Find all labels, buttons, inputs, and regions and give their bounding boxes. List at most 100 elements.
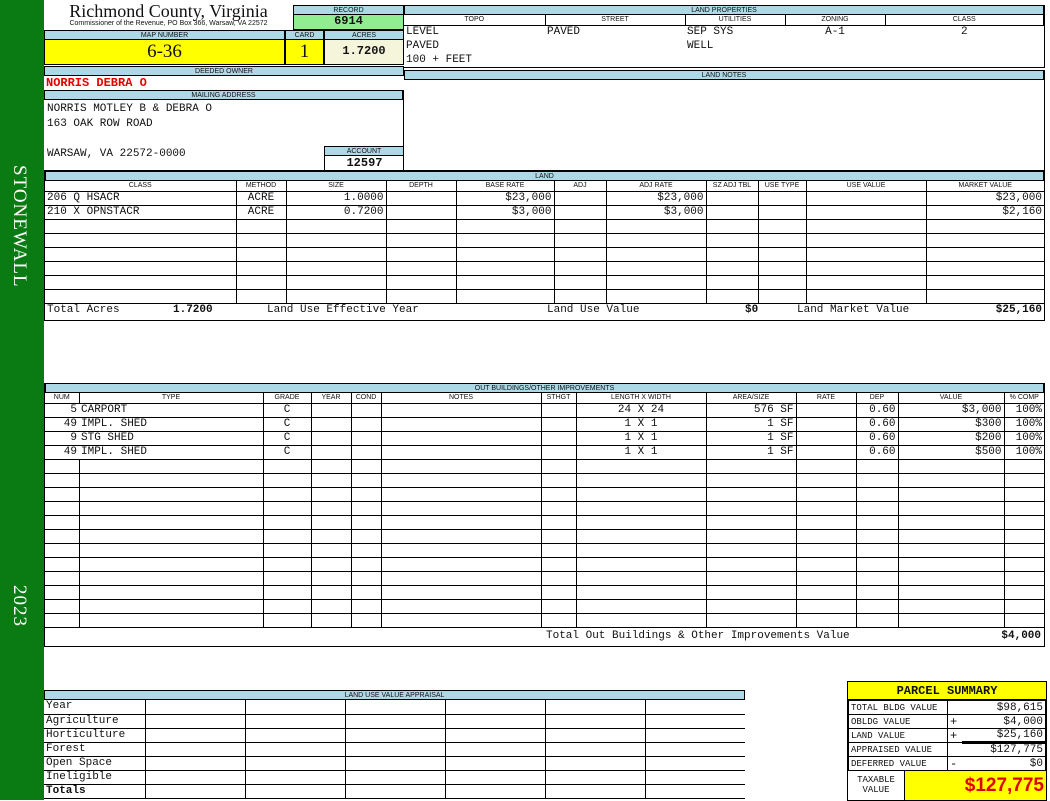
appraisal-row-label: Totals — [44, 784, 146, 799]
appraisal-cell — [144, 770, 246, 785]
column-header: SIZE — [286, 181, 387, 192]
table-cell — [706, 219, 759, 234]
table-cell — [45, 543, 80, 558]
table-cell — [541, 459, 577, 474]
appraisal-cell — [244, 784, 346, 799]
table-cell — [706, 459, 797, 474]
table-cell — [576, 459, 707, 474]
table-cell — [576, 585, 707, 600]
land-properties: LAND PROPERTIES TOPO STREET UTILITIES ZONIN… — [404, 5, 1045, 68]
table-cell — [576, 599, 707, 614]
table-row — [45, 261, 1044, 276]
table-cell: PAVED — [547, 25, 581, 38]
table-cell — [79, 585, 264, 600]
appraisal-cell — [644, 756, 745, 771]
table-cell — [1004, 613, 1044, 628]
table-cell — [785, 39, 885, 53]
card-value: 1 — [285, 40, 324, 65]
table-cell — [926, 275, 1044, 290]
column-header: CLASS — [885, 15, 1044, 26]
summary-value: $4,000 — [961, 714, 1046, 729]
land-market-value: $25,160 — [995, 304, 1042, 316]
table-cell — [351, 529, 382, 544]
table-cell — [45, 289, 237, 304]
column-header: MARKET VALUE — [926, 181, 1044, 192]
table-cell — [311, 599, 352, 614]
table-cell: 0.60 — [856, 403, 899, 418]
account-label: ACCOUNT — [324, 146, 404, 156]
table-cell — [541, 417, 577, 432]
table-cell — [456, 247, 555, 262]
appraisal-cell — [144, 714, 246, 729]
column-header: GRADE — [263, 393, 312, 404]
table-cell — [541, 431, 577, 446]
table-row: 5 CARPORT C 24 X 24 576 SF 0.60 $3,000 100% — [45, 403, 1044, 418]
table-cell: 100% — [1004, 431, 1044, 446]
table-cell: 5 — [45, 403, 79, 418]
table-cell — [79, 473, 264, 488]
table-cell — [706, 205, 759, 220]
summary-value: $127,775 — [961, 741, 1046, 757]
table-row: LEVEL PAVED SEP SYS A-1 2 — [404, 25, 1044, 39]
appraisal-cell — [244, 728, 346, 743]
table-cell — [45, 473, 80, 488]
appraisal-cell — [444, 756, 546, 771]
table-cell: 0.7200 — [286, 205, 387, 220]
outbuildings-total-value: $4,000 — [1001, 630, 1041, 642]
table-cell — [706, 571, 797, 586]
table-cell — [456, 233, 555, 248]
column-header: METHOD — [236, 181, 287, 192]
table-cell — [541, 515, 577, 530]
acres-value: 1.7200 — [324, 40, 404, 65]
column-header: DEP — [856, 393, 899, 404]
table-cell: C — [263, 417, 312, 432]
table-cell — [545, 39, 685, 53]
table-cell — [263, 487, 312, 502]
table-cell — [806, 219, 927, 234]
table-cell — [806, 275, 927, 290]
table-cell: 100% — [1004, 417, 1044, 432]
column-header: ZONING — [785, 15, 886, 26]
appraisal-row: Ineligible — [44, 770, 745, 785]
appraisal-cell — [344, 700, 446, 715]
table-row — [45, 233, 1044, 248]
table-cell — [263, 473, 312, 488]
appraisal-cell — [344, 756, 446, 771]
land-use-appraisal: LAND USE VALUE APPRAISAL Year Agriculture… — [44, 690, 745, 799]
table-cell — [758, 191, 807, 206]
table-cell: 1 SF — [706, 445, 797, 460]
summary-row: LAND VALUE + $25,160 — [848, 728, 1046, 743]
table-cell — [79, 487, 264, 502]
table-row: 206 Q HSACR ACRE 1.0000 $23,000 $23,000 $23,0… — [45, 191, 1044, 206]
appraisal-cell — [344, 742, 446, 757]
table-cell — [286, 261, 387, 276]
table-cell — [79, 459, 264, 474]
address-line — [47, 132, 400, 147]
table-cell — [706, 599, 797, 614]
table-cell — [606, 275, 707, 290]
table-cell — [554, 205, 607, 220]
table-cell — [311, 403, 352, 418]
appraisal-row: Year — [44, 700, 745, 715]
table-cell — [1004, 501, 1044, 516]
summary-row: TOTAL BLDG VALUE $98,615 — [848, 700, 1046, 715]
land-use-appraisal-label: LAND USE VALUE APPRAISAL — [44, 690, 745, 700]
summary-sign: + — [947, 728, 962, 743]
appraisal-row: Agriculture — [44, 714, 745, 729]
table-cell: $3,000 — [606, 205, 707, 220]
table-cell — [796, 585, 857, 600]
table-cell — [541, 529, 577, 544]
table-cell — [554, 275, 607, 290]
table-cell: 0.60 — [856, 417, 899, 432]
appraisal-cell — [144, 756, 246, 771]
table-row — [45, 275, 1044, 290]
table-cell — [706, 261, 759, 276]
land-section: LAND CLASS METHOD SIZE DEPTH BASE RATE ADJ ADJ… — [44, 171, 1045, 321]
appraisal-cell — [344, 728, 446, 743]
taxable-value: $127,775 — [905, 771, 1046, 800]
table-cell — [263, 585, 312, 600]
column-header: RATE — [796, 393, 857, 404]
map-value: 6-36 — [44, 40, 285, 65]
effective-year-label: Land Use Effective Year — [267, 304, 419, 316]
table-row — [45, 515, 1044, 530]
